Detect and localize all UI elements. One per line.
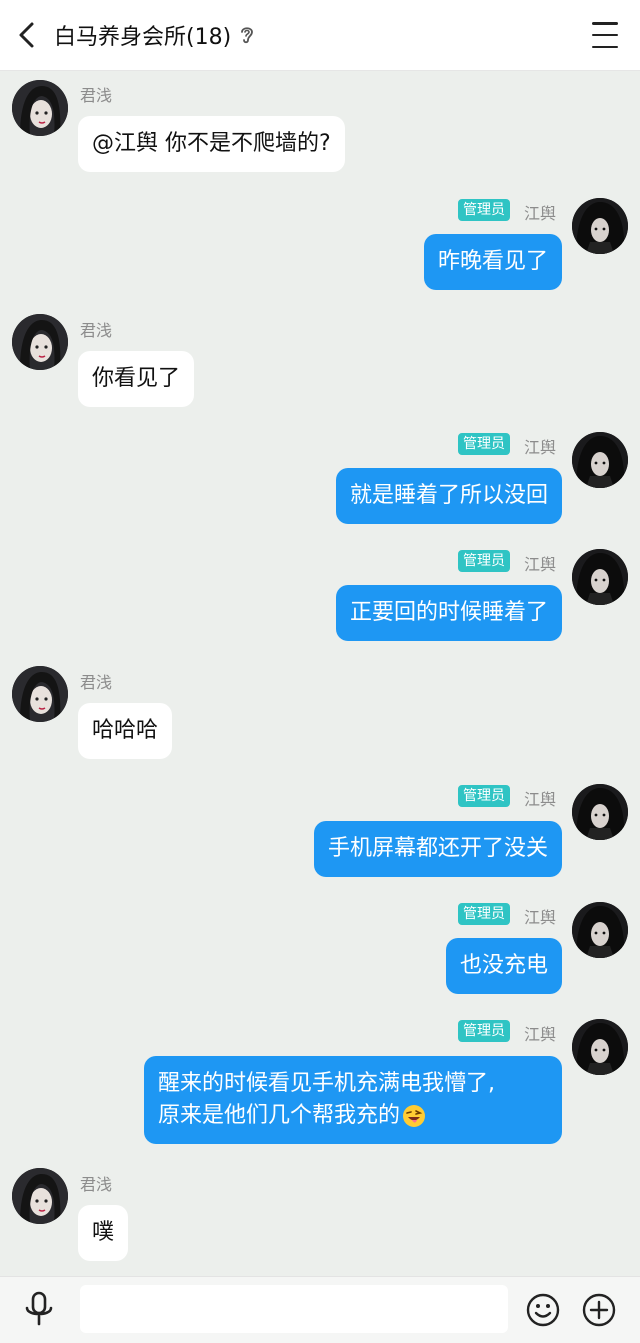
- chat-header: 白马养身会所(18): [0, 0, 640, 71]
- avatar[interactable]: [572, 1019, 628, 1075]
- admin-badge: 管理员: [458, 785, 510, 807]
- admin-badge: 管理员: [458, 1020, 510, 1042]
- avatar[interactable]: [12, 314, 68, 370]
- chevron-left-icon: [19, 22, 34, 48]
- voice-button[interactable]: [22, 1291, 56, 1329]
- avatar[interactable]: [572, 432, 628, 488]
- menu-icon-line: [592, 22, 618, 25]
- sender-name: 君浅: [80, 86, 113, 105]
- message-bubble[interactable]: 手机屏幕都还开了没关: [313, 821, 562, 877]
- avatar[interactable]: [12, 80, 68, 136]
- input-bar: [0, 1276, 640, 1343]
- sender-name: 江舆: [524, 438, 557, 457]
- sender-name: 江舆: [524, 1025, 557, 1044]
- avatar[interactable]: [12, 666, 68, 722]
- message-list[interactable]: 君浅 @江舆 你不是不爬墙的? 管理员 江舆 昨晚看见了 君浅 你看见了 管理员…: [0, 70, 640, 1276]
- plus-circle-icon: [582, 1293, 616, 1327]
- message-bubble[interactable]: 就是睡着了所以没回: [335, 468, 562, 524]
- avatar[interactable]: [12, 1168, 68, 1224]
- message-bubble[interactable]: 正要回的时候睡着了: [335, 585, 562, 641]
- avatar[interactable]: [572, 549, 628, 605]
- menu-icon-line: [592, 33, 618, 37]
- group-name: 白马养身会所(18): [54, 25, 232, 50]
- admin-badge: 管理员: [458, 199, 510, 221]
- more-button[interactable]: [582, 1293, 616, 1327]
- admin-badge: 管理员: [458, 433, 510, 455]
- message-bubble[interactable]: 你看见了: [78, 351, 195, 407]
- sender-name: 君浅: [80, 1175, 113, 1194]
- menu-button[interactable]: [592, 22, 618, 48]
- message-input[interactable]: [80, 1285, 508, 1333]
- message-bubble[interactable]: 醒来的时候看见手机充满电我懵了, 原来是他们几个帮我充的: [144, 1056, 562, 1144]
- laughing-tongue-emoji-icon: [402, 1104, 426, 1128]
- message-line-2: 原来是他们几个帮我充的: [158, 1100, 548, 1132]
- sender-name: 江舆: [524, 555, 557, 574]
- sender-name: 江舆: [524, 790, 557, 809]
- message-bubble[interactable]: 昨晚看见了: [423, 234, 562, 290]
- emoji-button[interactable]: [526, 1293, 560, 1327]
- message-bubble[interactable]: 噗: [78, 1205, 129, 1261]
- message-bubble[interactable]: @江舆 你不是不爬墙的?: [78, 116, 345, 172]
- avatar[interactable]: [572, 784, 628, 840]
- avatar[interactable]: [572, 198, 628, 254]
- sender-name: 江舆: [524, 908, 557, 927]
- chat-title: 白马养身会所(18): [54, 19, 255, 51]
- smiley-icon: [526, 1293, 560, 1327]
- microphone-icon: [25, 1291, 53, 1326]
- message-line: 醒来的时候看见手机充满电我懵了,: [158, 1071, 495, 1096]
- sender-name: 江舆: [524, 204, 557, 223]
- menu-icon-line: [592, 45, 618, 48]
- admin-badge: 管理员: [458, 903, 510, 925]
- ear-icon[interactable]: [239, 24, 255, 46]
- admin-badge: 管理员: [458, 550, 510, 572]
- avatar[interactable]: [572, 902, 628, 958]
- message-bubble[interactable]: 也没充电: [445, 938, 562, 994]
- back-button[interactable]: [0, 0, 54, 70]
- sender-name: 君浅: [80, 673, 113, 692]
- sender-name: 君浅: [80, 321, 113, 340]
- message-line-text: 原来是他们几个帮我充的: [158, 1103, 401, 1128]
- message-bubble[interactable]: 哈哈哈: [78, 703, 173, 759]
